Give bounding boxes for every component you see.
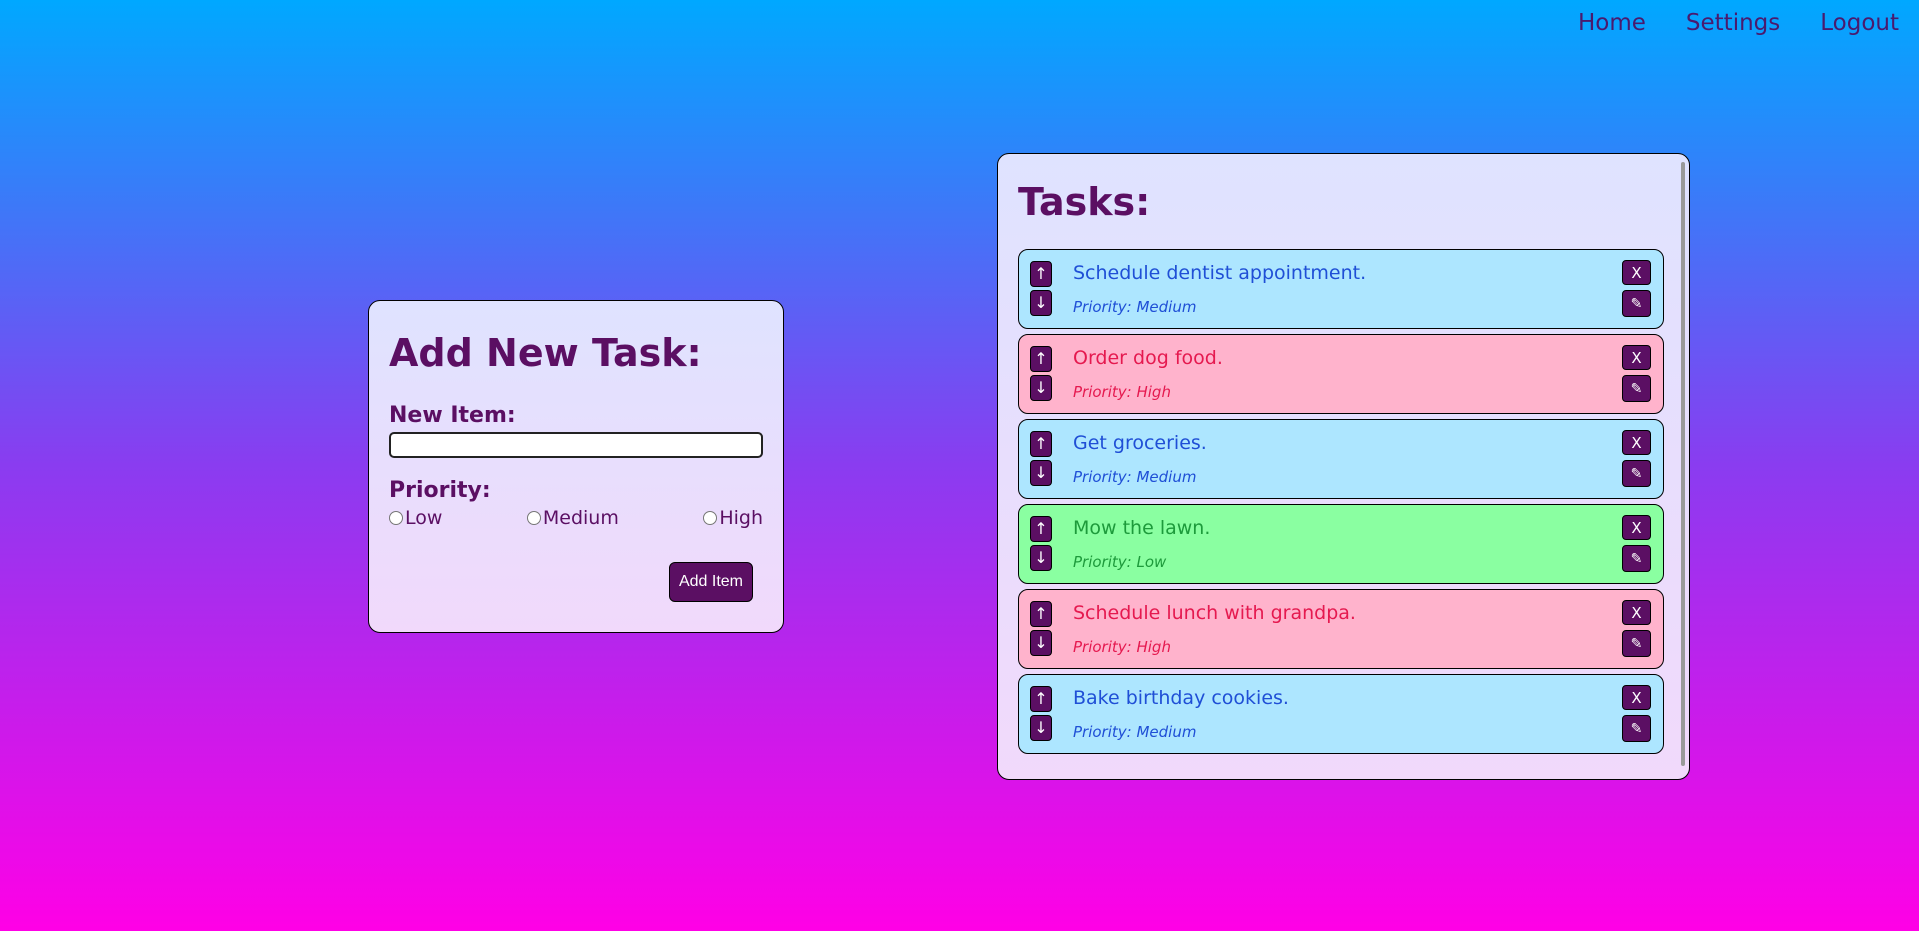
task-title: Get groceries. <box>1073 432 1207 454</box>
move-down-button[interactable]: ↓ <box>1030 290 1052 316</box>
edit-task-button[interactable]: ✎ <box>1622 715 1651 742</box>
priority-medium-label: Medium <box>542 507 619 529</box>
move-up-button[interactable]: ↑ <box>1030 516 1052 542</box>
nav-logout-link[interactable]: Logout <box>1820 10 1899 36</box>
priority-radio-group: Low Medium High <box>389 507 763 529</box>
tasks-scrollbar[interactable] <box>1681 162 1685 766</box>
move-down-button[interactable]: ↓ <box>1030 375 1052 401</box>
move-up-button[interactable]: ↑ <box>1030 346 1052 372</box>
task-priority: Priority: Medium <box>1073 723 1197 741</box>
priority-radio-high[interactable] <box>703 511 718 525</box>
task-title: Schedule dentist appointment. <box>1073 262 1367 284</box>
task-priority: Priority: Low <box>1073 553 1167 571</box>
move-down-button[interactable]: ↓ <box>1030 460 1052 486</box>
task-priority: Priority: High <box>1073 383 1171 401</box>
tasks-card: Tasks: ↑ ↓ Schedule dentist appointment.… <box>997 153 1690 780</box>
task-title: Bake birthday cookies. <box>1073 687 1289 709</box>
move-up-button[interactable]: ↑ <box>1030 261 1052 287</box>
move-down-button[interactable]: ↓ <box>1030 545 1052 571</box>
nav-settings-link[interactable]: Settings <box>1686 10 1780 36</box>
task-item: ↑ ↓ Order dog food. Priority: High X ✎ <box>1018 334 1664 414</box>
delete-task-button[interactable]: X <box>1622 685 1651 710</box>
delete-task-button[interactable]: X <box>1622 600 1651 625</box>
move-up-button[interactable]: ↑ <box>1030 431 1052 457</box>
priority-option-high[interactable]: High <box>703 507 763 529</box>
task-title: Order dog food. <box>1073 347 1223 369</box>
task-title: Mow the lawn. <box>1073 517 1211 539</box>
task-item: ↑ ↓ Get groceries. Priority: Medium X ✎ <box>1018 419 1664 499</box>
edit-task-button[interactable]: ✎ <box>1622 375 1651 402</box>
delete-task-button[interactable]: X <box>1622 515 1651 540</box>
edit-task-button[interactable]: ✎ <box>1622 290 1651 317</box>
priority-low-label: Low <box>405 507 443 529</box>
task-item: ↑ ↓ Bake birthday cookies. Priority: Med… <box>1018 674 1664 754</box>
add-task-title: Add New Task: <box>389 331 702 375</box>
priority-high-label: High <box>719 507 763 529</box>
delete-task-button[interactable]: X <box>1622 260 1651 285</box>
task-list: ↑ ↓ Schedule dentist appointment. Priori… <box>1018 249 1669 754</box>
priority-option-low[interactable]: Low <box>389 507 442 529</box>
task-title: Schedule lunch with grandpa. <box>1073 602 1356 624</box>
top-nav: Home Settings Logout <box>1578 10 1899 36</box>
priority-label: Priority: <box>389 478 491 503</box>
task-item: ↑ ↓ Mow the lawn. Priority: Low X ✎ <box>1018 504 1664 584</box>
move-down-button[interactable]: ↓ <box>1030 715 1052 741</box>
move-down-button[interactable]: ↓ <box>1030 630 1052 656</box>
nav-home-link[interactable]: Home <box>1578 10 1646 36</box>
delete-task-button[interactable]: X <box>1622 345 1651 370</box>
priority-option-medium[interactable]: Medium <box>526 507 619 529</box>
move-up-button[interactable]: ↑ <box>1030 601 1052 627</box>
priority-radio-low[interactable] <box>389 511 403 525</box>
task-priority: Priority: High <box>1073 638 1171 656</box>
edit-task-button[interactable]: ✎ <box>1622 545 1651 572</box>
edit-task-button[interactable]: ✎ <box>1622 630 1651 657</box>
new-item-label: New Item: <box>389 403 516 428</box>
task-item: ↑ ↓ Schedule lunch with grandpa. Priorit… <box>1018 589 1664 669</box>
new-item-input[interactable] <box>389 432 763 458</box>
delete-task-button[interactable]: X <box>1622 430 1651 455</box>
edit-task-button[interactable]: ✎ <box>1622 460 1651 487</box>
task-priority: Priority: Medium <box>1073 298 1197 316</box>
add-item-button[interactable]: Add Item <box>668 562 753 602</box>
task-priority: Priority: Medium <box>1073 468 1197 486</box>
add-task-card: Add New Task: New Item: Priority: Low Me… <box>368 300 784 633</box>
move-up-button[interactable]: ↑ <box>1030 686 1052 712</box>
task-item: ↑ ↓ Schedule dentist appointment. Priori… <box>1018 249 1664 329</box>
priority-radio-medium[interactable] <box>526 511 541 525</box>
tasks-title: Tasks: <box>1018 180 1151 224</box>
